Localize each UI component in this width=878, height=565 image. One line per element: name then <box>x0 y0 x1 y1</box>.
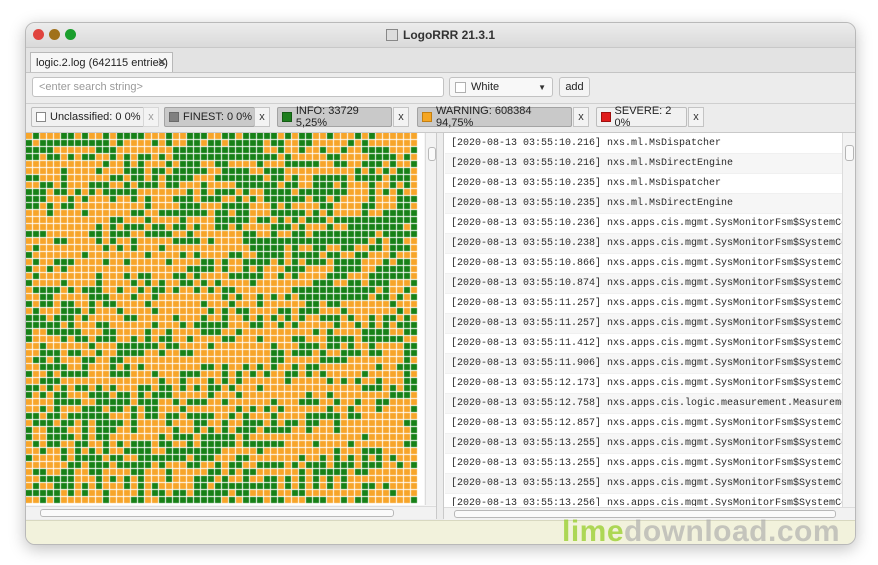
remove-filter-finest-button[interactable]: x <box>254 107 270 127</box>
color-select-value: White <box>471 81 500 93</box>
log-entry-row[interactable]: [2020-08-13 03:55:10.235] nxs.ml.MsDispa… <box>445 174 842 194</box>
filter-color-swatch <box>422 112 432 122</box>
watermark-part2: download.com <box>624 515 841 548</box>
log-entry-row[interactable]: [2020-08-13 03:55:11.412] nxs.apps.cis.m… <box>445 334 842 354</box>
filter-info[interactable]: INFO: 33729 5,25% <box>277 105 392 129</box>
filter-unclassified[interactable]: Unclassified: 0 0% <box>31 107 145 127</box>
log-entry-row[interactable]: [2020-08-13 03:55:11.257] nxs.apps.cis.m… <box>445 314 842 334</box>
log-entry-row[interactable]: [2020-08-13 03:55:13.255] nxs.apps.cis.m… <box>445 434 842 454</box>
log-entry-list[interactable]: [2020-08-13 03:55:10.216] nxs.ml.MsDispa… <box>445 134 842 506</box>
remove-filter-unclassified-button[interactable]: x <box>143 107 159 127</box>
tab-close-icon[interactable]: ✕ <box>157 55 167 69</box>
filter-bar: Unclassified: 0 0% x FINEST: 0 0% x INFO… <box>26 104 855 133</box>
filter-color-swatch <box>282 112 292 122</box>
color-swatch <box>455 81 466 93</box>
log-vertical-scrollbar[interactable] <box>842 133 855 507</box>
filter-severe[interactable]: SEVERE: 2 0% <box>596 105 687 129</box>
tab-label: logic.2.log (642115 entries) <box>36 56 168 69</box>
remove-filter-severe-button[interactable]: x <box>688 107 704 127</box>
log-entry-row[interactable]: [2020-08-13 03:55:10.216] nxs.ml.MsDispa… <box>445 134 842 154</box>
scroll-thumb[interactable] <box>428 147 436 161</box>
add-button[interactable]: add <box>559 77 590 97</box>
title-bar[interactable]: LogoRRR 21.3.1 <box>26 23 855 48</box>
tab-bar: logic.2.log (642115 entries) ✕ <box>26 48 855 73</box>
filter-color-swatch <box>36 112 46 122</box>
remove-filter-warning-button[interactable]: x <box>573 107 589 127</box>
search-input[interactable] <box>32 77 444 97</box>
window-title-group: LogoRRR 21.3.1 <box>26 23 855 47</box>
log-entry-row[interactable]: [2020-08-13 03:55:12.857] nxs.apps.cis.m… <box>445 414 842 434</box>
watermark-logo: limedownload.com <box>562 515 840 549</box>
log-entry-row[interactable]: [2020-08-13 03:55:11.906] nxs.apps.cis.m… <box>445 354 842 374</box>
log-overview-pane <box>26 133 437 519</box>
chevron-down-icon: ▼ <box>538 83 546 92</box>
overview-horizontal-scrollbar[interactable] <box>26 506 436 519</box>
log-entry-row[interactable]: [2020-08-13 03:55:10.866] nxs.apps.cis.m… <box>445 254 842 274</box>
log-entry-row[interactable]: [2020-08-13 03:55:12.173] nxs.apps.cis.m… <box>445 374 842 394</box>
app-window: LogoRRR 21.3.1 logic.2.log (642115 entri… <box>25 22 856 545</box>
scroll-thumb[interactable] <box>40 509 394 517</box>
log-text-pane: [2020-08-13 03:55:10.216] nxs.ml.MsDispa… <box>443 133 855 520</box>
app-icon <box>385 29 398 41</box>
log-entry-row[interactable]: [2020-08-13 03:55:10.216] nxs.ml.MsDirec… <box>445 154 842 174</box>
log-entry-row[interactable]: [2020-08-13 03:55:13.255] nxs.apps.cis.m… <box>445 454 842 474</box>
filter-label: Unclassified: 0 0% <box>50 111 141 123</box>
filter-warning[interactable]: WARNING: 608384 94,75% <box>417 105 572 129</box>
filter-label: FINEST: 0 0% <box>183 111 253 123</box>
color-select[interactable]: White ▼ <box>449 77 553 97</box>
log-entry-row[interactable]: [2020-08-13 03:55:13.255] nxs.apps.cis.m… <box>445 474 842 494</box>
watermark-part1: lime <box>562 515 625 548</box>
filter-finest[interactable]: FINEST: 0 0% <box>164 107 255 127</box>
scroll-thumb[interactable] <box>845 145 854 161</box>
log-entry-row[interactable]: [2020-08-13 03:55:10.238] nxs.apps.cis.m… <box>445 234 842 254</box>
remove-filter-info-button[interactable]: x <box>393 107 409 127</box>
tab-log-file[interactable]: logic.2.log (642115 entries) ✕ <box>30 52 173 72</box>
filter-color-swatch <box>601 112 611 122</box>
log-entry-row[interactable]: [2020-08-13 03:55:10.235] nxs.ml.MsDirec… <box>445 194 842 214</box>
log-entry-row[interactable]: [2020-08-13 03:55:11.257] nxs.apps.cis.m… <box>445 294 842 314</box>
window-title: LogoRRR 21.3.1 <box>402 28 495 42</box>
log-entry-row[interactable]: [2020-08-13 03:55:10.236] nxs.apps.cis.m… <box>445 214 842 234</box>
log-entry-row[interactable]: [2020-08-13 03:55:12.758] nxs.apps.cis.l… <box>445 394 842 414</box>
search-toolbar: White ▼ add <box>26 73 855 104</box>
filter-label: SEVERE: 2 0% <box>614 105 672 129</box>
log-level-grid[interactable] <box>26 133 424 505</box>
filter-label: WARNING: 608384 94,75% <box>435 105 532 129</box>
filter-label: INFO: 33729 5,25% <box>295 105 359 129</box>
overview-vertical-scrollbar[interactable] <box>425 133 436 505</box>
log-entry-row[interactable]: [2020-08-13 03:55:13.256] nxs.apps.cis.m… <box>445 494 842 506</box>
filter-color-swatch <box>169 112 179 122</box>
log-entry-row[interactable]: [2020-08-13 03:55:10.874] nxs.apps.cis.m… <box>445 274 842 294</box>
